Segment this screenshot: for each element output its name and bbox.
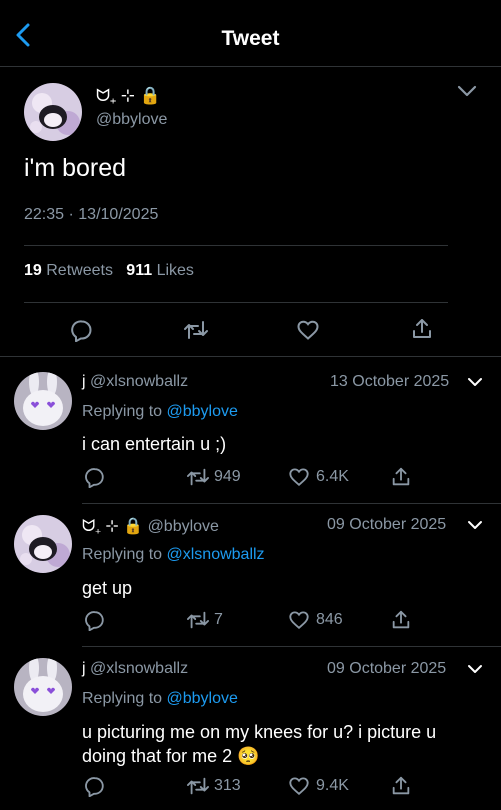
replying-prefix: Replying to — [82, 690, 163, 707]
reply-icon[interactable] — [84, 775, 106, 797]
likes-stat[interactable]: 911 Likes — [126, 262, 194, 279]
kuromi-avatar-icon — [14, 515, 72, 573]
replying-to: Replying to @xlsnowballz — [82, 546, 265, 564]
replying-to: Replying to @bbylove — [82, 690, 238, 708]
avatar[interactable] — [14, 658, 72, 716]
like-heart-icon[interactable] — [288, 609, 310, 631]
replying-to: Replying to @bbylove — [82, 403, 238, 421]
tweet-time: 22:35 — [24, 206, 65, 223]
share-icon[interactable] — [390, 609, 412, 631]
user-handle[interactable]: @bbylove — [148, 518, 219, 535]
retweets-count: 19 — [24, 262, 42, 279]
reply-text: get up — [82, 578, 133, 598]
retweet-icon[interactable] — [186, 466, 210, 488]
replying-prefix: Replying to — [82, 403, 163, 420]
chevron-down-icon[interactable] — [467, 663, 483, 675]
reply-date: 09 October 2025 — [327, 516, 447, 533]
user-handle[interactable]: @bbylove — [96, 111, 167, 129]
reply-text: i can entertain u ;) — [82, 434, 227, 454]
like-heart-icon[interactable] — [288, 775, 310, 797]
reply-icon[interactable] — [84, 466, 106, 488]
replying-to-handle[interactable]: @xlsnowballz — [167, 546, 265, 563]
divider — [24, 302, 448, 303]
retweets-stat[interactable]: 19 Retweets — [24, 262, 113, 279]
retweet-icon[interactable] — [183, 318, 209, 342]
share-icon[interactable] — [390, 775, 412, 797]
tweet-text: i'm bored — [24, 154, 127, 182]
like-count: 846 — [316, 611, 343, 628]
display-name[interactable]: ᗢ₊ ⊹ 🔒 — [96, 86, 161, 106]
retweet-count: 949 — [214, 468, 241, 485]
chevron-down-icon[interactable] — [467, 376, 483, 388]
replying-prefix: Replying to — [82, 546, 163, 563]
meta-separator: · — [68, 206, 74, 223]
retweet-icon[interactable] — [186, 775, 210, 797]
display-name[interactable]: ᗢ₊ ⊹ 🔒 — [82, 518, 143, 535]
replying-to-handle[interactable]: @bbylove — [167, 403, 238, 420]
likes-label: Likes — [156, 262, 194, 279]
page-title: Tweet — [221, 27, 280, 50]
divider — [24, 245, 448, 246]
tweet-date: 13/10/2025 — [78, 206, 159, 223]
reply-icon[interactable] — [70, 318, 94, 342]
user-handle[interactable]: @xlsnowballz — [90, 660, 188, 677]
retweets-label: Retweets — [46, 262, 113, 279]
bunny-avatar-icon — [14, 372, 72, 430]
retweet-count: 313 — [214, 777, 241, 794]
chevron-down-icon[interactable] — [457, 84, 477, 98]
share-icon[interactable] — [410, 317, 434, 341]
avatar[interactable] — [14, 372, 72, 430]
avatar[interactable] — [24, 83, 82, 141]
kuromi-avatar-icon — [24, 83, 82, 141]
divider — [82, 503, 501, 504]
display-name[interactable]: j — [82, 660, 86, 677]
divider — [0, 356, 501, 357]
divider — [82, 646, 501, 647]
reply-icon[interactable] — [84, 609, 106, 631]
tweet-stats: 19 Retweets 911 Likes — [24, 262, 194, 280]
reply-date: 09 October 2025 — [327, 660, 447, 677]
reply-text: u picturing me on my knees for u? i pict… — [82, 722, 437, 766]
like-count: 6.4K — [316, 468, 349, 485]
like-heart-icon[interactable] — [288, 466, 310, 488]
avatar[interactable] — [14, 515, 72, 573]
replying-to-handle[interactable]: @bbylove — [167, 690, 238, 707]
like-count: 9.4K — [316, 777, 349, 794]
display-name[interactable]: j — [82, 373, 86, 390]
tweet-timestamp: 22:35 · 13/10/2025 — [24, 206, 158, 224]
share-icon[interactable] — [390, 466, 412, 488]
user-handle[interactable]: @xlsnowballz — [90, 373, 188, 390]
chevron-down-icon[interactable] — [467, 519, 483, 531]
bunny-avatar-icon — [14, 658, 72, 716]
reply-date: 13 October 2025 — [330, 373, 450, 390]
like-heart-icon[interactable] — [296, 318, 320, 342]
likes-count: 911 — [126, 262, 153, 279]
retweet-count: 7 — [214, 611, 223, 628]
retweet-icon[interactable] — [186, 609, 210, 631]
